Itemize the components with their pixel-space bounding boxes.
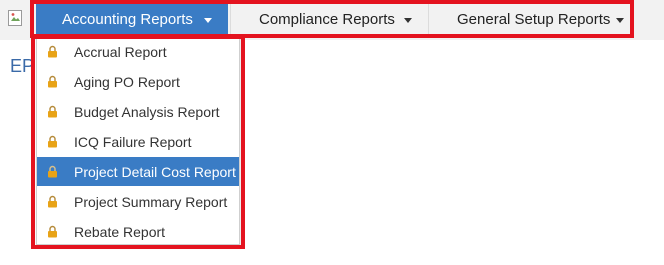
chevron-down-icon xyxy=(404,18,412,23)
lock-icon xyxy=(48,165,57,178)
top-menubar: Accounting Reports Compliance Reports Ge… xyxy=(0,0,664,40)
accounting-reports-dropdown: Accrual Report Aging PO Report Budget An… xyxy=(36,35,240,245)
chevron-down-icon xyxy=(616,18,624,23)
menu-item-budget-analysis-report[interactable]: Budget Analysis Report xyxy=(37,97,239,126)
menu-item-label: Project Summary Report xyxy=(74,193,228,210)
report-page: Accounting Reports Compliance Reports Ge… xyxy=(0,0,664,265)
menu-item-label: Aging PO Report xyxy=(74,73,180,90)
menu-item-rebate-report[interactable]: Rebate Report xyxy=(37,217,239,246)
lock-icon xyxy=(48,75,57,88)
menu-item-aging-po-report[interactable]: Aging PO Report xyxy=(37,67,239,96)
lock-icon xyxy=(48,45,57,58)
menu-item-label: Accrual Report xyxy=(74,43,167,60)
menu-item-label: Rebate Report xyxy=(74,223,166,240)
menu-item-icq-failure-report[interactable]: ICQ Failure Report xyxy=(37,127,239,156)
menu-item-project-detail-cost-report[interactable]: Project Detail Cost Report xyxy=(37,157,239,186)
broken-image-icon xyxy=(8,10,22,26)
menu-item-project-summary-report[interactable]: Project Summary Report xyxy=(37,187,239,216)
lock-icon xyxy=(48,195,57,208)
general-setup-reports-menu[interactable]: General Setup Reports xyxy=(428,4,630,35)
menu-item-label: Project Detail Cost Report xyxy=(74,163,236,180)
general-setup-reports-label: General Setup Reports xyxy=(457,11,611,28)
accounting-reports-menu[interactable]: Accounting Reports xyxy=(36,4,228,35)
menu-item-label: ICQ Failure Report xyxy=(74,133,192,150)
lock-icon xyxy=(48,105,57,118)
chevron-down-icon xyxy=(204,18,212,23)
lock-icon xyxy=(48,225,57,238)
compliance-reports-label: Compliance Reports xyxy=(259,11,395,28)
lock-icon xyxy=(48,135,57,148)
menu-item-accrual-report[interactable]: Accrual Report xyxy=(37,37,239,66)
accounting-reports-label: Accounting Reports xyxy=(62,11,193,28)
page-title: EP xyxy=(10,56,35,76)
menu-item-label: Budget Analysis Report xyxy=(74,103,220,120)
compliance-reports-menu[interactable]: Compliance Reports xyxy=(230,4,426,35)
